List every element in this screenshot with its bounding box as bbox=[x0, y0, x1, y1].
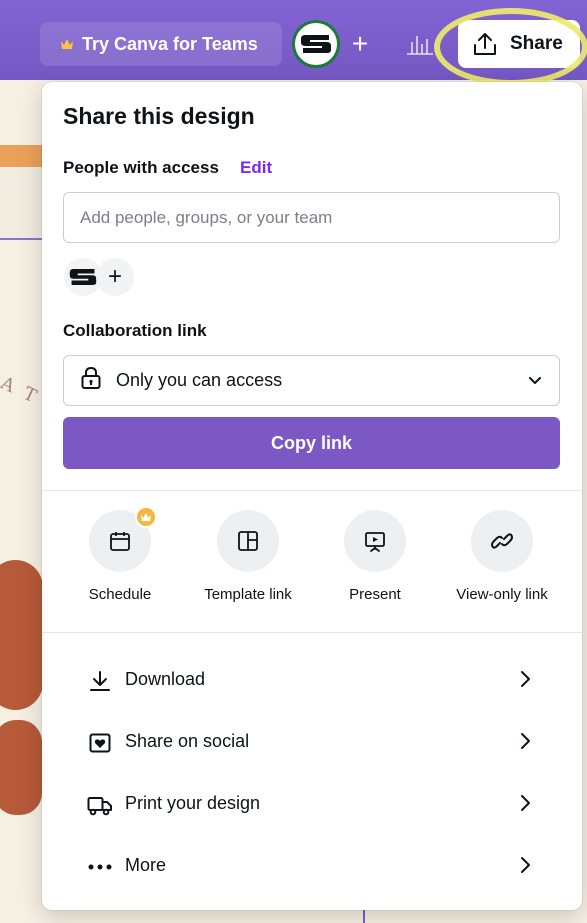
add-people-input[interactable] bbox=[63, 192, 560, 243]
canvas-decoration-shape bbox=[0, 560, 43, 710]
quick-action-view-only-link[interactable]: View-only link bbox=[439, 510, 565, 603]
premium-crown-icon bbox=[135, 506, 157, 528]
template-icon bbox=[238, 531, 258, 551]
share-button[interactable]: Share bbox=[458, 20, 580, 68]
quick-action-circle bbox=[344, 510, 406, 572]
user-avatar[interactable] bbox=[292, 20, 340, 68]
chevron-right-icon bbox=[517, 729, 533, 758]
quick-action-present[interactable]: Present bbox=[312, 510, 438, 603]
truck-icon bbox=[87, 792, 113, 818]
people-access-label: People with access bbox=[63, 158, 219, 177]
try-canva-teams-button[interactable]: Try Canva for Teams bbox=[40, 22, 282, 66]
canvas-page-band bbox=[0, 167, 45, 240]
crown-icon bbox=[60, 38, 74, 50]
add-collaborator-button[interactable]: + bbox=[347, 26, 373, 62]
share-button-label: Share bbox=[510, 33, 563, 54]
download-row[interactable]: Download bbox=[42, 649, 582, 711]
more-label: More bbox=[125, 855, 167, 875]
more-icon bbox=[87, 854, 113, 880]
share-on-social-row[interactable]: Share on social bbox=[42, 711, 582, 773]
quick-action-label: Schedule bbox=[88, 586, 152, 603]
avatar-logo-icon bbox=[301, 35, 331, 53]
quick-action-schedule[interactable]: Schedule bbox=[57, 506, 183, 603]
link-icon bbox=[491, 533, 513, 549]
print-design-row[interactable]: Print your design bbox=[42, 773, 582, 835]
quick-action-label: View-only link bbox=[456, 586, 548, 603]
collaboration-link-label: Collaboration link bbox=[63, 321, 207, 340]
add-member-button[interactable]: + bbox=[96, 258, 134, 296]
member-logo-icon bbox=[69, 269, 97, 285]
quick-action-label: Present bbox=[349, 586, 401, 603]
share-upload-icon bbox=[474, 33, 496, 55]
download-icon bbox=[87, 668, 113, 694]
share-panel: Share this design People with access Edi… bbox=[42, 82, 582, 910]
chevron-right-icon bbox=[517, 853, 533, 882]
section-divider bbox=[42, 632, 582, 633]
analytics-icon[interactable] bbox=[405, 30, 435, 56]
more-row[interactable]: More bbox=[42, 835, 582, 897]
chevron-down-icon bbox=[527, 372, 543, 393]
print-design-label: Print your design bbox=[125, 793, 261, 813]
panel-title: Share this design bbox=[63, 103, 255, 129]
chevron-right-icon bbox=[517, 791, 533, 820]
copy-link-button[interactable]: Copy link bbox=[63, 417, 560, 469]
link-access-select[interactable]: Only you can access bbox=[63, 355, 560, 406]
calendar-icon bbox=[110, 532, 130, 551]
canvas-decoration-shape bbox=[0, 720, 42, 815]
download-label: Download bbox=[125, 669, 206, 689]
lock-icon bbox=[80, 366, 102, 395]
quick-action-label: Template link bbox=[204, 586, 292, 603]
quick-action-circle bbox=[471, 510, 533, 572]
try-canva-teams-label: Try Canva for Teams bbox=[82, 33, 258, 54]
quick-action-circle bbox=[217, 510, 279, 572]
link-access-value: Only you can access bbox=[116, 370, 283, 390]
quick-action-template-link[interactable]: Template link bbox=[185, 510, 311, 603]
quick-action-circle bbox=[89, 506, 157, 572]
share-on-social-label: Share on social bbox=[125, 731, 250, 751]
canvas-decoration-strip bbox=[0, 145, 45, 167]
section-divider bbox=[42, 490, 582, 491]
edit-access-link[interactable]: Edit bbox=[240, 158, 272, 178]
chevron-right-icon bbox=[517, 667, 533, 696]
present-icon bbox=[365, 532, 385, 552]
heart-icon bbox=[87, 730, 113, 756]
